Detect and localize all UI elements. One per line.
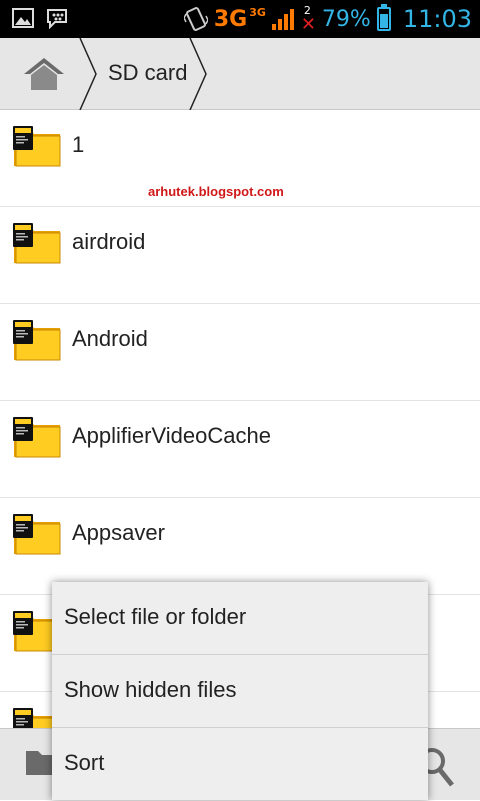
menu-item-show-hidden-files[interactable]: Show hidden files xyxy=(52,655,428,728)
status-bar: 3G 3G 2 ✕ 79% 11:03 xyxy=(0,0,480,38)
sd-folder-icon xyxy=(12,126,64,168)
breadcrumb-separator-icon xyxy=(79,38,97,110)
overflow-menu: Select file or folder Show hidden files … xyxy=(52,582,428,800)
bbm-icon xyxy=(47,9,67,29)
breadcrumb-item-sd-card[interactable]: SD card xyxy=(108,60,187,86)
menu-item-label: Show hidden files xyxy=(64,677,237,702)
sd-folder-icon xyxy=(12,514,64,556)
menu-item-select-file-or-folder[interactable]: Select file or folder xyxy=(52,582,428,655)
sim2-no-signal-icon: 2 ✕ xyxy=(300,4,317,35)
menu-item-label: Sort xyxy=(64,750,105,775)
vibrate-icon xyxy=(183,7,208,31)
breadcrumb-separator-icon xyxy=(189,38,207,110)
menu-item-sort[interactable]: Sort xyxy=(52,728,428,801)
folder-name: Android xyxy=(72,326,148,351)
notification-icons xyxy=(12,7,68,29)
list-item[interactable]: Android xyxy=(0,304,480,401)
folder-name: airdroid xyxy=(72,229,146,254)
folder-name: ApplifierVideoCache xyxy=(72,423,271,448)
menu-item-label: Select file or folder xyxy=(64,604,247,629)
clock: 11:03 xyxy=(402,5,472,33)
sd-folder-icon xyxy=(12,223,64,265)
folder-name: 1 xyxy=(72,132,85,157)
sd-folder-icon xyxy=(12,417,64,459)
folder-name: Appsaver xyxy=(72,520,165,545)
status-icons: 3G 3G 2 ✕ 79% 11:03 xyxy=(183,2,472,36)
network-type-secondary: 3G xyxy=(249,5,266,19)
list-item[interactable]: airdroid xyxy=(0,207,480,304)
battery-icon xyxy=(376,4,391,31)
sd-folder-icon xyxy=(12,320,64,362)
breadcrumb: SD card xyxy=(0,38,480,110)
battery-percent: 79% xyxy=(321,6,371,32)
watermark-text: arhutek.blogspot.com xyxy=(148,184,284,199)
home-icon[interactable] xyxy=(22,56,66,92)
gallery-icon xyxy=(12,8,34,28)
signal-strength-icon xyxy=(271,8,294,30)
network-type: 3G xyxy=(213,6,248,32)
list-item[interactable]: Appsaver xyxy=(0,498,480,595)
list-item[interactable]: ApplifierVideoCache xyxy=(0,401,480,498)
